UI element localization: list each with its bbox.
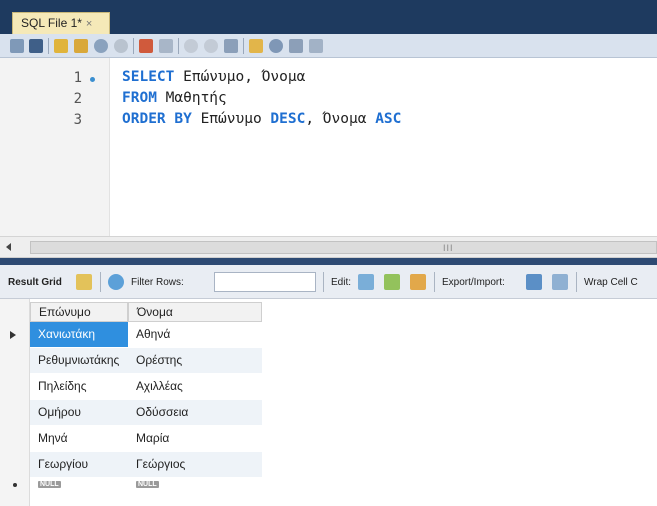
toolbar-separator — [576, 272, 577, 292]
folder-icon[interactable] — [10, 39, 24, 53]
save-icon[interactable] — [29, 39, 43, 53]
toolbar-separator — [48, 38, 49, 54]
toggle-error-icon[interactable] — [139, 39, 153, 53]
scrollbar-grip: III — [443, 243, 454, 253]
table-cell[interactable]: Ρεθυμνιωτάκης — [30, 348, 128, 374]
edit-row-icon[interactable] — [358, 274, 374, 290]
table-cell[interactable]: Μηνά — [30, 426, 128, 452]
auto-commit-icon[interactable] — [224, 39, 238, 53]
code-text: Επώνυμο, Όνομα — [174, 69, 306, 85]
keyword: SELECT — [122, 69, 175, 85]
export-icon[interactable] — [526, 274, 542, 290]
stop-icon[interactable] — [114, 39, 128, 53]
row-header-column — [0, 299, 30, 506]
table-cell[interactable]: Αχιλλέας — [128, 374, 262, 400]
filter-rows-label: Filter Rows: — [131, 277, 184, 288]
table-cell[interactable]: Μαρία — [128, 426, 262, 452]
toolbar-separator — [323, 272, 324, 292]
refresh-icon[interactable] — [108, 274, 124, 290]
horizontal-scrollbar[interactable]: III — [0, 236, 657, 258]
table-cell[interactable]: Ορέστης — [128, 348, 262, 374]
table-cell[interactable]: Αθηνά — [128, 322, 262, 348]
sql-editor[interactable]: 1 2 3 SELECT Επώνυμο, Όνομα FROM Μαθητής… — [0, 58, 657, 236]
column-header-onoma[interactable]: Όνομα — [128, 302, 262, 322]
magnifier-icon[interactable] — [94, 39, 108, 53]
import-icon[interactable] — [552, 274, 568, 290]
grid-view-icon[interactable] — [76, 274, 92, 290]
line-number: 3 — [73, 112, 82, 128]
commit-icon[interactable] — [184, 39, 198, 53]
editor-tab-strip: SQL File 1* × — [0, 0, 657, 34]
filter-rows-input[interactable] — [214, 272, 316, 292]
result-grid-tab[interactable]: Result Grid — [8, 277, 62, 288]
toolbar-separator — [100, 272, 101, 292]
toolbar-separator — [178, 38, 179, 54]
delete-row-icon[interactable] — [410, 274, 426, 290]
tab-sql-file-1[interactable]: SQL File 1* × — [12, 12, 110, 34]
code-line-2[interactable]: FROM Μαθητής — [122, 90, 227, 106]
result-grid: Επώνυμο Όνομα Χανιωτάκη Αθηνά Ρεθυμνιωτά… — [0, 299, 657, 506]
scroll-left-icon[interactable] — [6, 243, 11, 251]
wrap-cell-label[interactable]: Wrap Cell C — [584, 277, 638, 288]
keyword: FROM — [122, 90, 157, 106]
null-badge[interactable]: NULL — [136, 481, 159, 488]
wrap-icon[interactable] — [309, 39, 323, 53]
keyword: ORDER BY — [122, 111, 192, 127]
code-text: , Όνομα — [305, 111, 376, 127]
export-import-label: Export/Import: — [442, 277, 505, 288]
keyword: DESC — [270, 111, 306, 127]
table-cell[interactable]: Ομήρου — [30, 400, 128, 426]
code-text: Επώνυμο — [191, 111, 271, 127]
code-line-1[interactable]: SELECT Επώνυμο, Όνομα — [122, 69, 305, 85]
code-text: Μαθητής — [156, 90, 227, 106]
line-number: 1 — [73, 70, 82, 86]
scrollbar-thumb[interactable]: III — [30, 241, 657, 254]
line-number: 2 — [73, 91, 82, 107]
close-icon[interactable]: × — [86, 18, 92, 30]
edit-label: Edit: — [331, 277, 352, 288]
result-toolbar: Result Grid Filter Rows: Edit: Export/Im… — [0, 265, 657, 299]
null-badge[interactable]: NULL — [38, 481, 61, 488]
lightning-icon[interactable] — [54, 39, 68, 53]
toolbar-separator — [243, 38, 244, 54]
line-gutter: 1 2 3 — [0, 58, 110, 236]
rollback-icon[interactable] — [204, 39, 218, 53]
beautify-icon[interactable] — [249, 39, 263, 53]
table-cell[interactable]: Χανιωτάκη — [30, 322, 128, 348]
grid-icon[interactable] — [159, 39, 173, 53]
toolbar-separator — [133, 38, 134, 54]
toolbar-separator — [434, 272, 435, 292]
panel-splitter[interactable] — [0, 258, 657, 265]
insert-row-icon[interactable] — [384, 274, 400, 290]
keyword: ASC — [375, 111, 402, 127]
code-line-3[interactable]: ORDER BY Επώνυμο DESC, Όνομα ASC — [122, 111, 401, 127]
invisible-chars-icon[interactable] — [289, 39, 303, 53]
new-row-marker — [13, 483, 17, 487]
column-header-eponymo[interactable]: Επώνυμο — [30, 302, 128, 322]
sql-toolbar — [0, 34, 657, 58]
find-icon[interactable] — [269, 39, 283, 53]
current-row-arrow-icon — [10, 331, 16, 339]
statement-marker — [90, 77, 95, 82]
table-cell[interactable]: Οδύσσεια — [128, 400, 262, 426]
tab-title: SQL File 1* — [21, 16, 82, 30]
table-cell[interactable]: Πηλείδης — [30, 374, 128, 400]
table-cell[interactable]: Γεώργιος — [128, 452, 262, 478]
table-cell[interactable]: Γεωργίου — [30, 452, 128, 478]
lightning-cursor-icon[interactable] — [74, 39, 88, 53]
